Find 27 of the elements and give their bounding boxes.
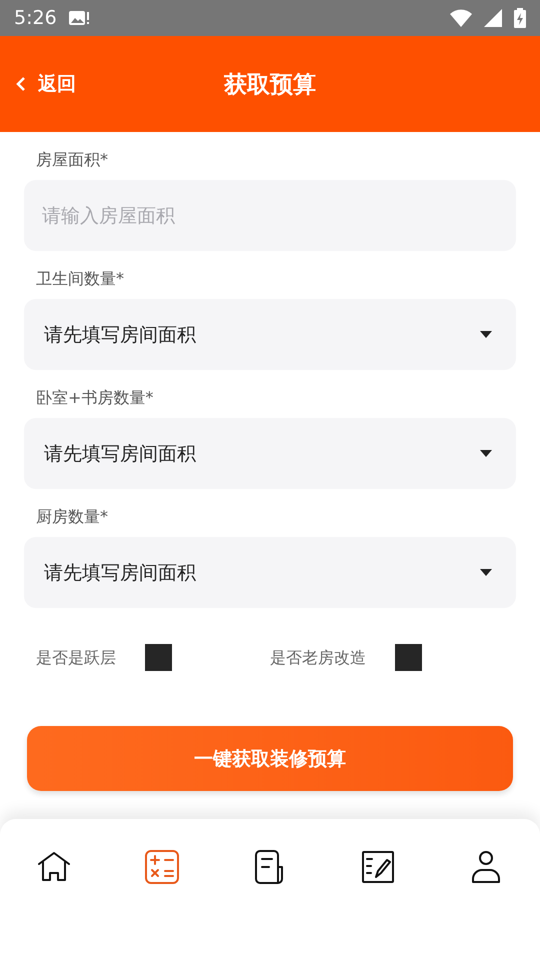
calculator-icon xyxy=(145,850,179,884)
back-chevron-icon xyxy=(16,76,26,92)
newspaper-icon xyxy=(254,850,286,884)
dropdown-field[interactable]: 请先填写房间面积 xyxy=(24,299,516,370)
checkbox[interactable] xyxy=(395,644,422,671)
user-icon xyxy=(471,851,501,883)
field-label: 房屋面积* xyxy=(35,148,109,170)
status-time: 5:26 xyxy=(14,7,57,29)
area-input-field[interactable]: 请输入房屋面积 xyxy=(24,180,516,251)
field-label: 卫生间数量* xyxy=(35,268,125,290)
battery-icon xyxy=(514,8,526,28)
dropdown-caret-icon xyxy=(480,331,492,338)
image-icon xyxy=(68,9,89,27)
field-label: 厨房数量* xyxy=(35,506,109,528)
wifi-icon xyxy=(450,9,472,27)
dropdown-caret-icon xyxy=(480,450,492,457)
dropdown-caret-icon xyxy=(480,569,492,576)
checkbox-label: 是否老房改造 xyxy=(270,648,366,669)
home-icon xyxy=(37,851,71,883)
field-label: 卧室+书房数量* xyxy=(35,386,154,408)
dropdown-field[interactable]: 请先填写房间面积 xyxy=(24,418,516,489)
checkbox-label: 是否是跃层 xyxy=(36,648,116,669)
signal-icon xyxy=(484,9,502,27)
page-title: 获取预算 xyxy=(224,72,316,98)
checkbox[interactable] xyxy=(145,644,172,671)
dropdown-field[interactable]: 请先填写房间面积 xyxy=(24,537,516,608)
note-edit-icon xyxy=(362,851,394,883)
